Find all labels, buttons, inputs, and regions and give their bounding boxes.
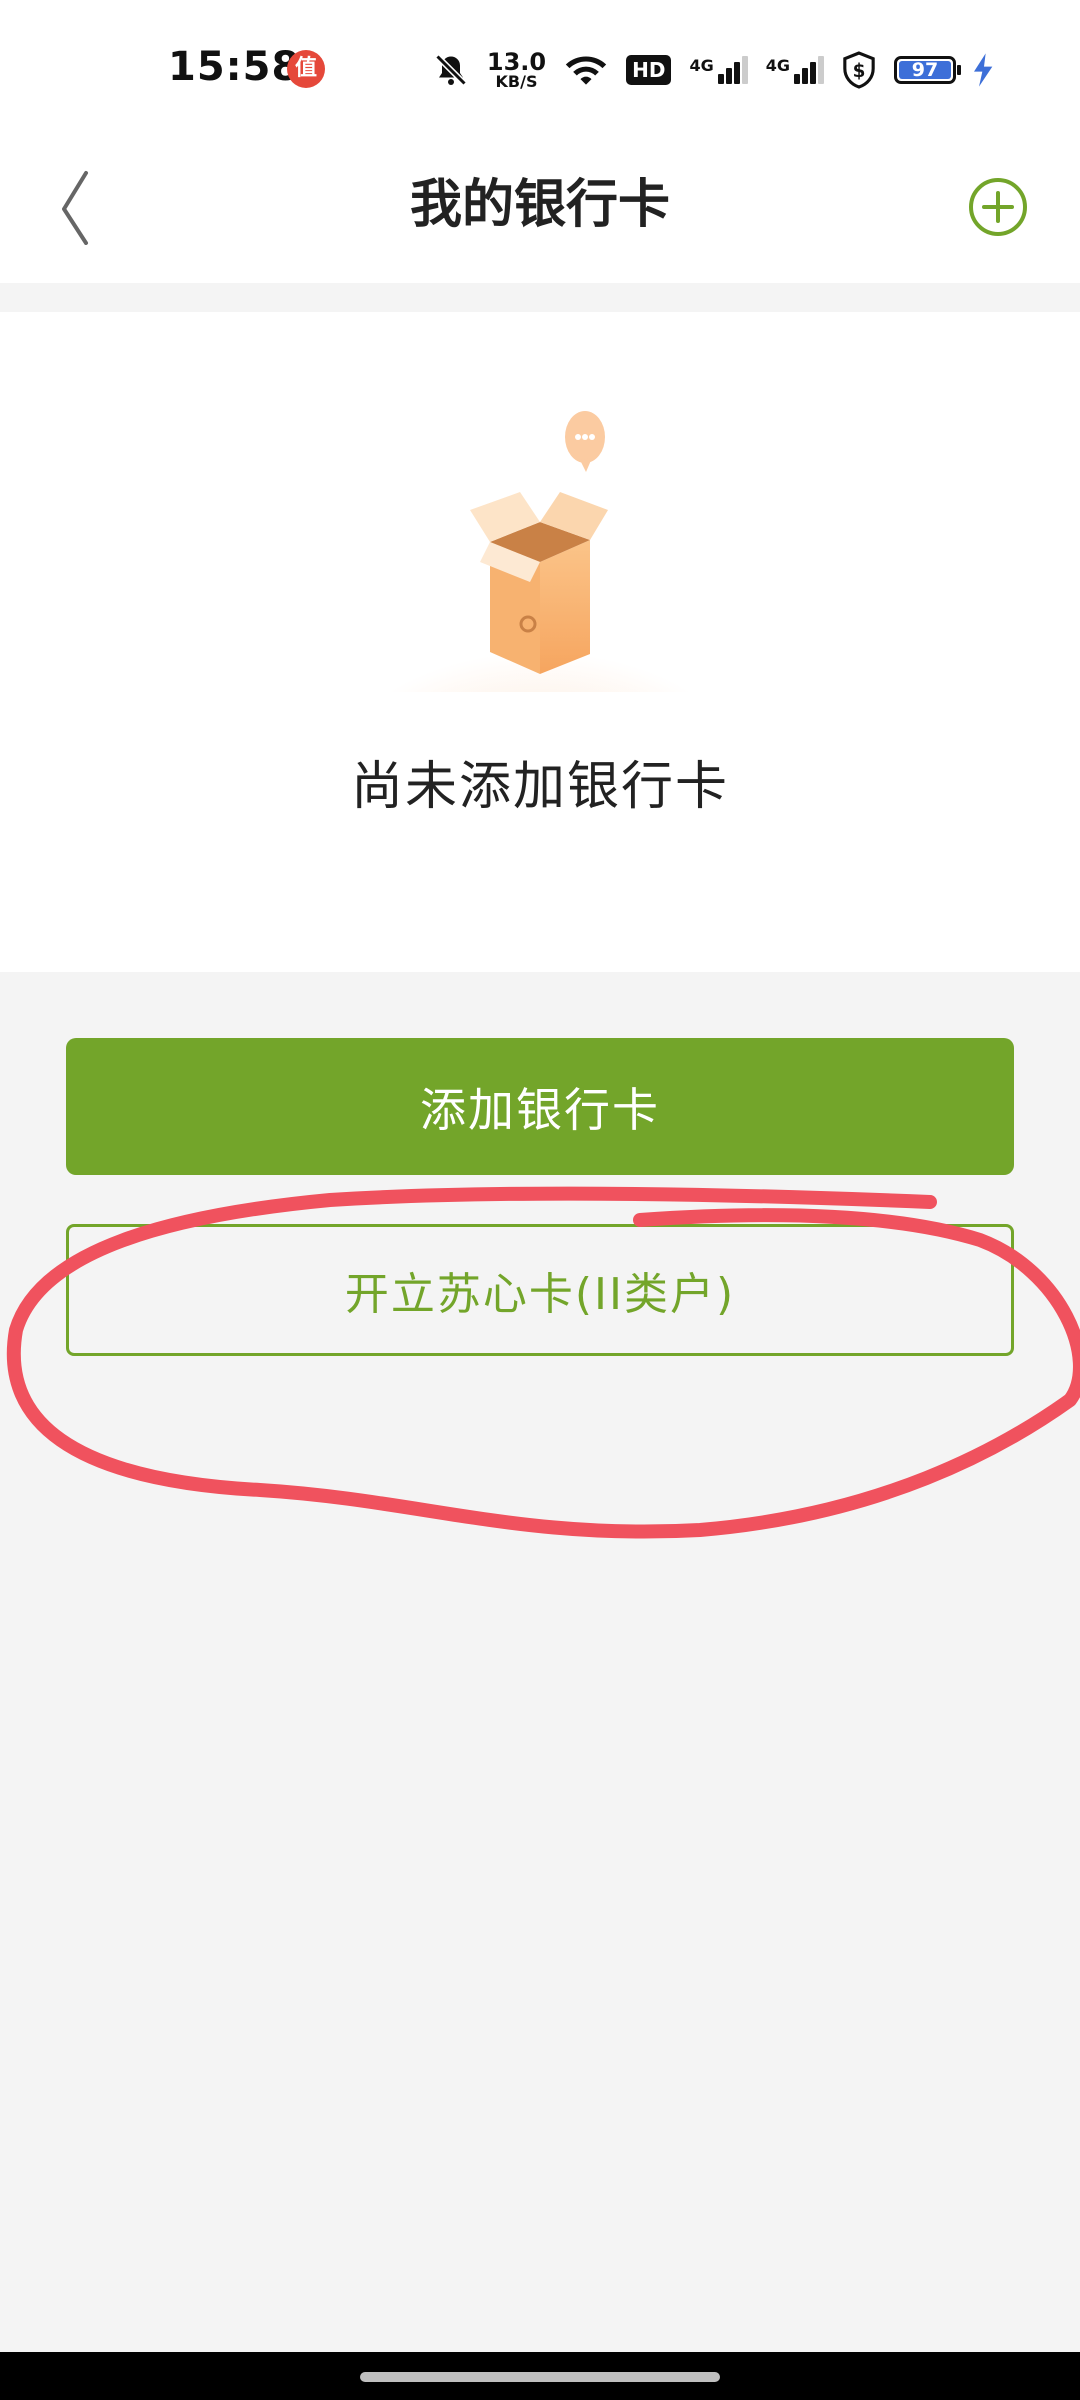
svg-text:$: $ (853, 61, 866, 82)
net-speed-value: 13.0 (486, 48, 547, 76)
status-time: 15:58 (168, 44, 301, 90)
mute-bell-icon (435, 54, 467, 86)
add-bank-card-button[interactable]: 添加银行卡 (66, 1038, 1014, 1175)
annotation-circle (6, 1186, 1080, 1539)
wifi-icon (565, 56, 607, 85)
open-box-icon (380, 411, 700, 722)
empty-state-message: 尚未添加银行卡 (350, 757, 729, 817)
home-indicator[interactable] (360, 2372, 720, 2382)
signal-icon-2: 4G (766, 56, 824, 84)
net-speed: 13.0 KB/S (487, 50, 546, 90)
notification-app-icon: 值 (287, 50, 325, 88)
plus-circle-icon (969, 178, 1027, 236)
net-speed-unit: KB/S (495, 72, 538, 91)
system-navigation-bar (0, 2352, 1080, 2400)
open-account-button[interactable]: 开立苏心卡(II类户) (66, 1224, 1014, 1356)
page-title: 我的银行卡 (409, 175, 670, 235)
signal-icon: 4G (689, 56, 748, 84)
empty-state-panel: 尚未添加银行卡 (0, 312, 1080, 972)
battery-level: 97 (911, 59, 939, 81)
add-card-button[interactable] (958, 165, 1038, 245)
navigation-bar: 我的银行卡 (0, 135, 1080, 283)
status-bar: 15:58 值 13.0 KB/S HD 4G 4G $ 97 (0, 0, 1080, 135)
charging-icon (974, 53, 993, 87)
battery-icon: 97 (894, 56, 961, 84)
hd-icon: HD (626, 55, 672, 85)
shield-dollar-icon: $ (843, 51, 875, 89)
status-icons: 13.0 KB/S HD 4G 4G $ 97 (433, 40, 994, 100)
